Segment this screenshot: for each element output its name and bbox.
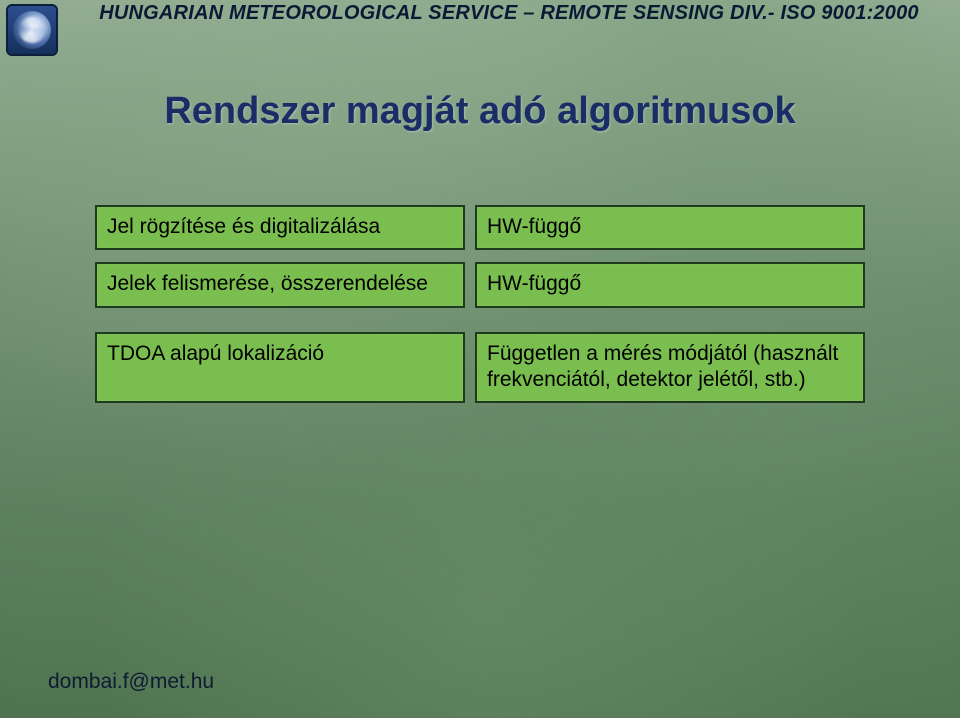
table-row: Jelek felismerése, összerendelése HW-füg… bbox=[95, 262, 865, 307]
omsz-logo: OMSZ bbox=[6, 4, 58, 56]
logo-swirl-icon bbox=[13, 11, 51, 49]
cell-left: Jel rögzítése és digitalizálása bbox=[95, 205, 465, 250]
cell-right: Független a mérés módjától (használt fre… bbox=[475, 332, 865, 404]
slide-title: Rendszer magját adó algoritmusok bbox=[0, 90, 960, 133]
algorithm-table: Jel rögzítése és digitalizálása HW-függő… bbox=[95, 205, 865, 415]
header: OMSZ HUNGARIAN METEOROLOGICAL SERVICE – … bbox=[0, 0, 960, 44]
cell-left: Jelek felismerése, összerendelése bbox=[95, 262, 465, 307]
header-title: HUNGARIAN METEOROLOGICAL SERVICE – REMOT… bbox=[58, 0, 960, 25]
cell-left: TDOA alapú lokalizáció bbox=[95, 332, 465, 404]
footer-email: dombai.f@met.hu bbox=[48, 670, 214, 694]
table-row: Jel rögzítése és digitalizálása HW-függő bbox=[95, 205, 865, 250]
cell-right: HW-függő bbox=[475, 205, 865, 250]
cell-right: HW-függő bbox=[475, 262, 865, 307]
table-row: TDOA alapú lokalizáció Független a mérés… bbox=[95, 332, 865, 404]
table-gap bbox=[95, 320, 865, 332]
